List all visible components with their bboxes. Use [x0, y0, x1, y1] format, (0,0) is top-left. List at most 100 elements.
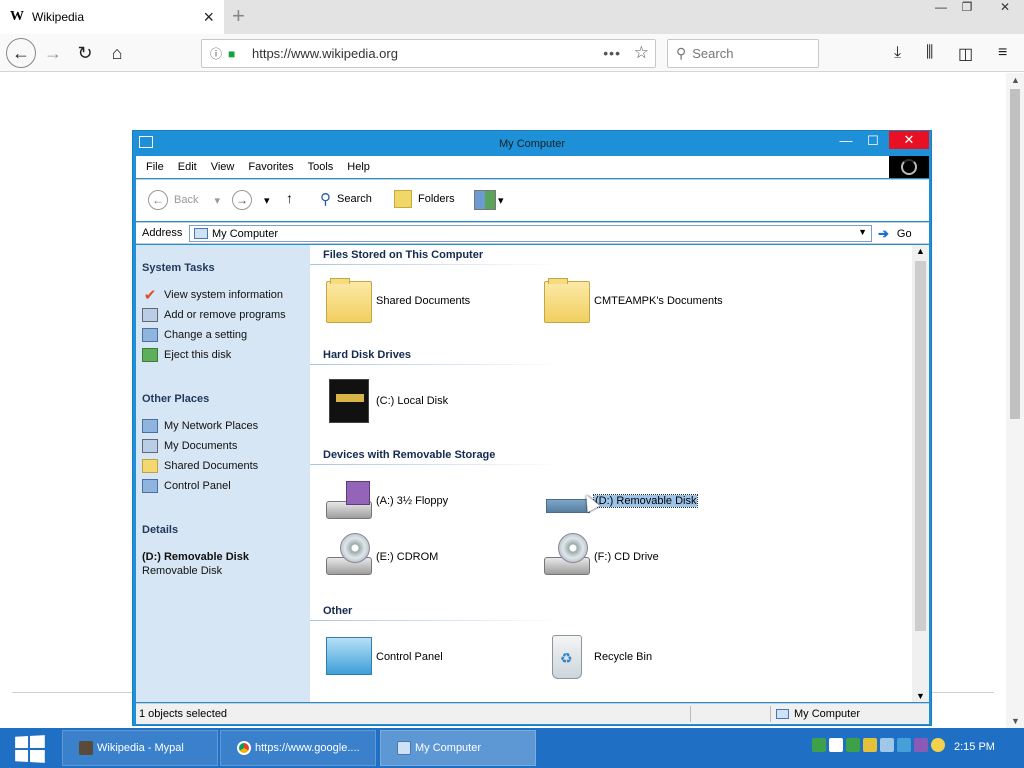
- task-add-remove-programs[interactable]: Add or remove programs: [142, 308, 286, 322]
- content-scrollbar[interactable]: ▲ ▼: [912, 245, 929, 702]
- browser-restore-button[interactable]: ❐: [952, 0, 982, 18]
- tab-wikipedia[interactable]: W Wikipedia ×: [0, 0, 224, 34]
- cd-drive-icon: [324, 533, 372, 581]
- menu-help[interactable]: Help: [347, 161, 370, 173]
- search-button[interactable]: ⚲ Search: [320, 190, 372, 208]
- item-cdrom-e[interactable]: (E:) CDROM: [324, 533, 438, 581]
- scroll-up-icon[interactable]: ▲: [916, 246, 925, 256]
- menu-view[interactable]: View: [211, 161, 235, 173]
- views-icon: [474, 190, 496, 210]
- back-button[interactable]: ←: [6, 38, 36, 68]
- browser-tabbar: W Wikipedia × + — ❐ ✕: [0, 0, 1024, 34]
- window-maximize-button[interactable]: ☐: [859, 133, 887, 153]
- place-control-panel[interactable]: Control Panel: [142, 479, 231, 493]
- item-control-panel[interactable]: Control Panel: [324, 633, 443, 681]
- menu-icon[interactable]: ≡: [998, 44, 1007, 62]
- scroll-down-icon[interactable]: ▼: [916, 691, 925, 701]
- taskbar-item-mypal[interactable]: Wikipedia - Mypal: [62, 730, 218, 766]
- address-field[interactable]: My Computer ▼: [189, 225, 872, 242]
- tray-display-icon[interactable]: [897, 738, 911, 752]
- forward-dropdown-icon[interactable]: ▾: [264, 194, 270, 207]
- url-bar[interactable]: ⓘ ■ https://www.wikipedia.org ••• ☆: [201, 39, 656, 68]
- system-tasks-heading[interactable]: System Tasks: [142, 262, 215, 274]
- go-button[interactable]: ➔ Go: [878, 226, 912, 242]
- taskbar-item-label: Wikipedia - Mypal: [97, 742, 184, 754]
- forward-nav-button[interactable]: → ▾: [232, 190, 270, 210]
- my-computer-small-icon: [776, 709, 789, 719]
- up-folder-button[interactable]: ↑: [286, 190, 293, 206]
- menu-file[interactable]: File: [146, 161, 164, 173]
- info-icon[interactable]: ⓘ: [210, 45, 228, 62]
- home-button[interactable]: ⌂: [104, 40, 130, 66]
- details-heading[interactable]: Details: [142, 524, 178, 536]
- tray-network-icon[interactable]: [812, 738, 826, 752]
- tray-app-icon[interactable]: [846, 738, 860, 752]
- tab-close-icon[interactable]: ×: [203, 7, 214, 28]
- scroll-up-icon[interactable]: ▲: [1011, 75, 1020, 85]
- address-dropdown-icon[interactable]: ▼: [858, 227, 867, 237]
- back-dropdown-icon[interactable]: ▾: [214, 194, 220, 207]
- views-dropdown-icon[interactable]: ▾: [498, 194, 504, 207]
- search-bar[interactable]: ⚲: [667, 39, 819, 68]
- item-floppy-a[interactable]: (A:) 3½ Floppy: [324, 477, 448, 525]
- window-close-button[interactable]: ✕: [889, 131, 929, 149]
- place-shared-documents[interactable]: Shared Documents: [142, 459, 258, 473]
- scroll-down-icon[interactable]: ▼: [1011, 716, 1020, 726]
- back-nav-button[interactable]: ← Back ▾: [148, 190, 220, 210]
- tray-window-icon[interactable]: [829, 738, 843, 752]
- menu-tools[interactable]: Tools: [308, 161, 334, 173]
- tray-shield-icon[interactable]: [863, 738, 877, 752]
- group-divider: [310, 464, 560, 465]
- window-minimize-button[interactable]: —: [833, 133, 859, 153]
- folders-button[interactable]: Folders: [394, 190, 455, 208]
- item-removable-disk-d[interactable]: (D:) Removable Disk: [542, 477, 699, 525]
- views-button[interactable]: ▾: [474, 190, 504, 210]
- taskbar-item-my-computer[interactable]: My Computer: [380, 730, 536, 766]
- new-tab-icon[interactable]: +: [232, 3, 245, 29]
- item-label: Shared Documents: [376, 295, 471, 307]
- folders-icon: [394, 190, 412, 208]
- place-my-network-places[interactable]: My Network Places: [142, 419, 258, 433]
- search-label: Search: [337, 193, 372, 205]
- status-location: My Computer: [776, 708, 860, 720]
- place-label: My Documents: [164, 440, 238, 452]
- address-bar: Address My Computer ▼ ➔ Go: [136, 222, 929, 244]
- start-button-icon[interactable]: [15, 735, 45, 763]
- reload-button[interactable]: ↻: [72, 40, 98, 66]
- window-titlebar[interactable]: My Computer — ☐ ✕: [133, 131, 931, 156]
- throbber-icon: [889, 156, 929, 178]
- task-change-setting[interactable]: Change a setting: [142, 328, 247, 342]
- place-my-documents[interactable]: My Documents: [142, 439, 237, 453]
- sidebar-icon[interactable]: ◫: [958, 44, 973, 64]
- forward-button[interactable]: →: [40, 40, 66, 66]
- group-divider: [310, 364, 560, 365]
- search-input[interactable]: [692, 46, 803, 61]
- item-shared-documents[interactable]: Shared Documents: [324, 277, 470, 325]
- task-eject-disk[interactable]: Eject this disk: [142, 348, 231, 362]
- bookmark-star-icon[interactable]: ☆: [634, 43, 649, 63]
- task-view-system-info[interactable]: ✔ View system information: [142, 287, 283, 304]
- tray-smiley-icon[interactable]: [931, 738, 945, 752]
- item-recycle-bin[interactable]: Recycle Bin: [542, 633, 652, 681]
- library-icon[interactable]: ⫼: [926, 44, 933, 62]
- recycle-bin-icon: [542, 633, 590, 681]
- menu-edit[interactable]: Edit: [178, 161, 197, 173]
- download-icon[interactable]: ⤓: [894, 44, 901, 62]
- browser-close-button[interactable]: ✕: [986, 0, 1024, 18]
- tray-monitor-icon[interactable]: [880, 738, 894, 752]
- page-actions-icon[interactable]: •••: [603, 45, 621, 61]
- url-text[interactable]: https://www.wikipedia.org: [252, 46, 398, 61]
- taskbar-item-chrome[interactable]: https://www.google....: [220, 730, 376, 766]
- item-label: (E:) CDROM: [376, 551, 439, 563]
- page-scroll-thumb[interactable]: [1010, 89, 1020, 419]
- item-local-disk-c[interactable]: (C:) Local Disk: [324, 377, 448, 425]
- content-scroll-thumb[interactable]: [915, 261, 926, 631]
- menu-favorites[interactable]: Favorites: [248, 161, 293, 173]
- tray-settings-icon[interactable]: [914, 738, 928, 752]
- other-places-heading[interactable]: Other Places: [142, 393, 209, 405]
- item-cd-drive-f[interactable]: (F:) CD Drive: [542, 533, 659, 581]
- page-scrollbar[interactable]: ▲ ▼: [1006, 73, 1024, 728]
- item-label: (F:) CD Drive: [594, 551, 659, 563]
- taskbar-clock[interactable]: 2:15 PM: [954, 741, 995, 753]
- item-user-documents[interactable]: CMTEAMPK's Documents: [542, 277, 723, 325]
